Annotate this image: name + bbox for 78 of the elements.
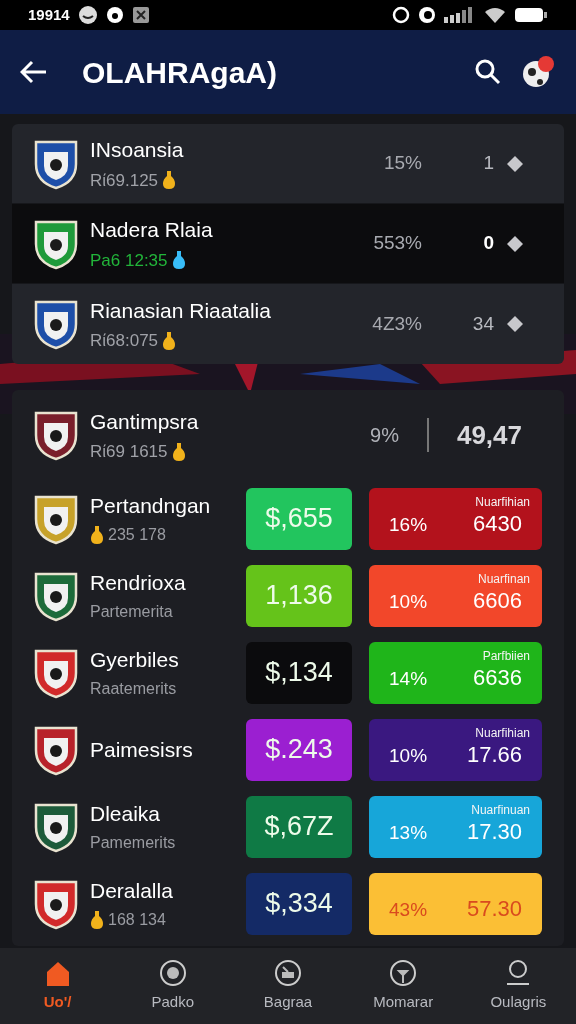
coin-icon bbox=[171, 441, 186, 462]
odds-label: Nuarfihian bbox=[475, 724, 530, 742]
score-text: 49,47 bbox=[456, 418, 522, 452]
match-info: Pa6 12:35 bbox=[90, 249, 168, 272]
nav-tab[interactable]: Uo'/ bbox=[7, 958, 108, 1014]
wifi-icon bbox=[484, 7, 506, 23]
match-info: Raatemerits bbox=[90, 679, 177, 700]
odds-label: Nuarfinuan bbox=[471, 801, 530, 819]
nav-tab[interactable]: Padko bbox=[122, 958, 223, 1014]
diamond-icon bbox=[506, 315, 524, 333]
odds-button[interactable]: Nuarfinan 10% 6606 bbox=[369, 564, 542, 627]
team-name: Deralalla bbox=[90, 877, 174, 904]
match-row[interactable]: Nadera Rlaia Pa6 12:35 553% 0 bbox=[12, 204, 564, 284]
odds-label: Nuarfinan bbox=[477, 570, 530, 588]
odds-percent: 13% bbox=[389, 821, 428, 845]
team-name: Dleaika bbox=[90, 800, 162, 827]
count-text: 1 bbox=[482, 151, 494, 176]
profile-button[interactable] bbox=[520, 54, 556, 90]
percent-text: 4Z3% bbox=[371, 311, 422, 336]
percent-text: 9% bbox=[370, 423, 399, 448]
team-name: Gantimpsra bbox=[90, 408, 200, 435]
match-info: Rί69 1615 bbox=[90, 441, 168, 463]
nav-tab[interactable]: Oulagris bbox=[468, 958, 569, 1014]
match-row[interactable]: Rianasian Riaatalia Rί68:075 4Z3% 34 bbox=[12, 284, 564, 364]
coin-icon bbox=[90, 910, 104, 931]
match-info: Partemerita bbox=[90, 602, 173, 623]
diamond-icon bbox=[506, 154, 524, 173]
odds-percent: 10% bbox=[389, 590, 428, 614]
odds-percent: 43% bbox=[389, 898, 428, 922]
odds-button[interactable]: Nuarfihian 10% 17.66 bbox=[369, 718, 542, 781]
match-info: 168 134 bbox=[108, 910, 166, 931]
match-info: Rί68:075 bbox=[90, 330, 159, 352]
coin-icon bbox=[162, 170, 177, 191]
ball-icon bbox=[158, 958, 187, 987]
price-button[interactable]: $,134 bbox=[246, 641, 352, 704]
match-info: 235 178 bbox=[108, 525, 166, 546]
odds-value: 57.30 bbox=[466, 894, 522, 923]
team-name: Pertandngan bbox=[90, 492, 212, 519]
odds-value: 6606 bbox=[473, 586, 522, 615]
team-name: INsoansia bbox=[90, 137, 185, 163]
team-name: Rianasian Riaatalia bbox=[90, 297, 272, 324]
odds-value: 17.66 bbox=[466, 740, 522, 769]
app-icon bbox=[131, 6, 150, 24]
odds-percent: 10% bbox=[389, 744, 428, 768]
count-text: 0 bbox=[482, 231, 494, 256]
coin-icon bbox=[162, 330, 177, 351]
team-name: Gyerbiles bbox=[90, 646, 180, 673]
page-title: OLAHRAgaA) bbox=[82, 54, 278, 91]
odds-label: Parfbiien bbox=[482, 647, 530, 665]
crest-icon bbox=[34, 409, 78, 461]
count-text: 34 bbox=[471, 311, 494, 336]
coin-icon bbox=[171, 250, 186, 271]
crest-icon bbox=[34, 298, 78, 350]
odds-value: 6430 bbox=[473, 509, 522, 538]
notification-icon bbox=[105, 6, 124, 24]
percent-text: 15% bbox=[382, 151, 422, 176]
match-info: Pamemerits bbox=[90, 833, 176, 854]
odds-value: 6636 bbox=[473, 663, 522, 692]
nav-tab[interactable]: Bagraa bbox=[237, 958, 338, 1014]
match-info: Rί69.125 bbox=[90, 169, 159, 192]
odds-percent: 16% bbox=[389, 513, 428, 537]
odds-button[interactable]: Nuarfihian 16% 6430 bbox=[369, 487, 542, 550]
team-name: Nadera Rlaia bbox=[90, 217, 214, 243]
odds-percent: 14% bbox=[389, 667, 428, 691]
nav-tab[interactable]: Momarar bbox=[353, 958, 454, 1014]
price-button[interactable]: $,67Z bbox=[246, 795, 352, 858]
diamond-icon bbox=[506, 234, 524, 253]
odds-value: 17.30 bbox=[466, 817, 522, 846]
price-button[interactable]: $,334 bbox=[246, 872, 352, 935]
price-button[interactable]: $.243 bbox=[246, 718, 352, 781]
odds-label: Nuarfihian bbox=[475, 493, 530, 511]
coin-icon bbox=[90, 525, 104, 546]
percent-text: 553% bbox=[372, 231, 422, 256]
team-name: Rendrioxa bbox=[90, 569, 187, 596]
status-time: 19914 bbox=[28, 4, 70, 25]
face-icon bbox=[77, 5, 98, 25]
battery-icon bbox=[514, 7, 548, 23]
team-name: Paimesisrs bbox=[90, 736, 194, 763]
